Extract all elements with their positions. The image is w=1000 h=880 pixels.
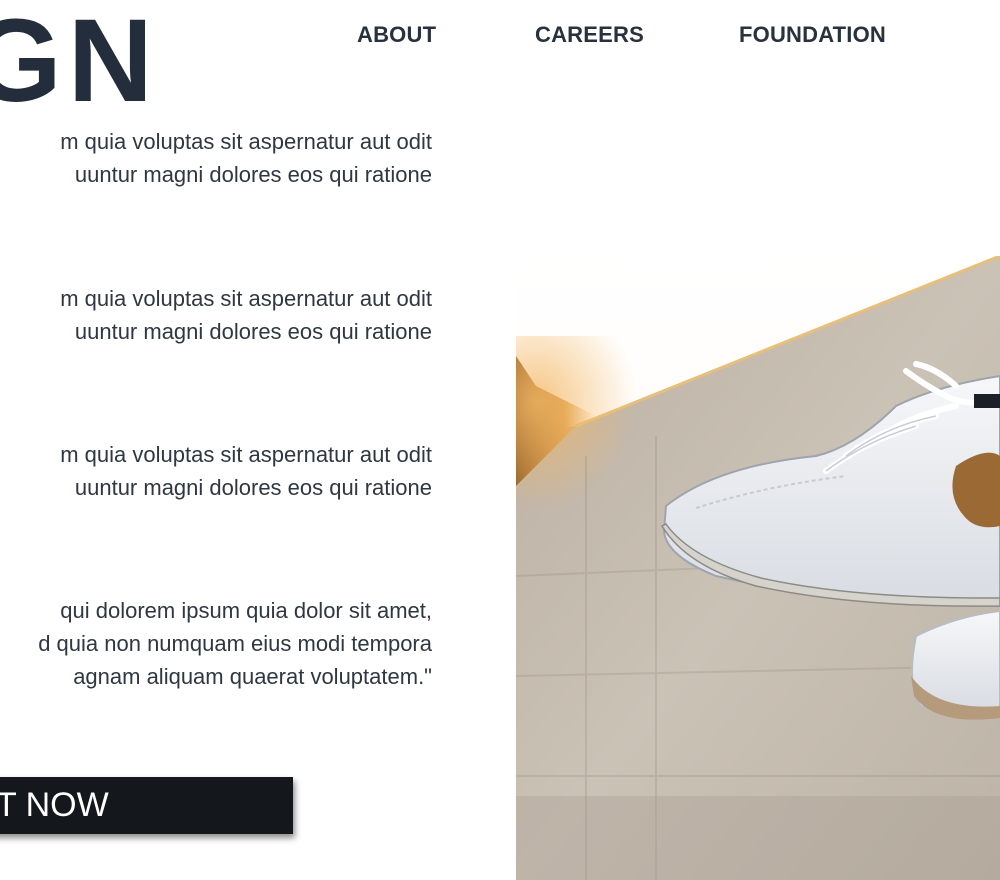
paragraph-line: agnam aliquam quaerat voluptatem." <box>73 664 432 689</box>
paragraph-line: uuntur magni dolores eos qui ratione <box>74 319 432 344</box>
content-paragraph: m quia voluptas sit aspernatur aut odit … <box>0 438 432 504</box>
content-paragraph: m quia voluptas sit aspernatur aut odit … <box>0 125 432 191</box>
paragraph-line: qui dolorem ipsum quia dolor sit amet, <box>60 598 432 623</box>
content-paragraph: qui dolorem ipsum quia dolor sit amet, d… <box>0 594 432 693</box>
brand-logo-text[interactable]: GN <box>0 2 159 120</box>
hero-image <box>516 256 1000 880</box>
nav-link-careers[interactable]: CAREERS <box>535 22 644 48</box>
shop-now-button[interactable]: T NOW <box>0 777 293 834</box>
paragraph-line: m quia voluptas sit aspernatur aut odit <box>60 442 432 467</box>
paragraph-line: d quia non numquam eius modi tempora <box>38 631 432 656</box>
paragraph-line: uuntur magni dolores eos qui ratione <box>74 162 432 187</box>
content-paragraph: m quia voluptas sit aspernatur aut odit … <box>0 282 432 348</box>
sneakers-photo-icon <box>516 256 1000 880</box>
nav-link-about[interactable]: ABOUT <box>357 22 436 48</box>
paragraph-line: uuntur magni dolores eos qui ratione <box>74 475 432 500</box>
paragraph-line: m quia voluptas sit aspernatur aut odit <box>60 286 432 311</box>
nav-link-foundation[interactable]: FOUNDATION <box>739 22 886 48</box>
main-nav: ABOUT CAREERS FOUNDATION <box>0 22 1000 52</box>
paragraph-line: m quia voluptas sit aspernatur aut odit <box>60 129 432 154</box>
